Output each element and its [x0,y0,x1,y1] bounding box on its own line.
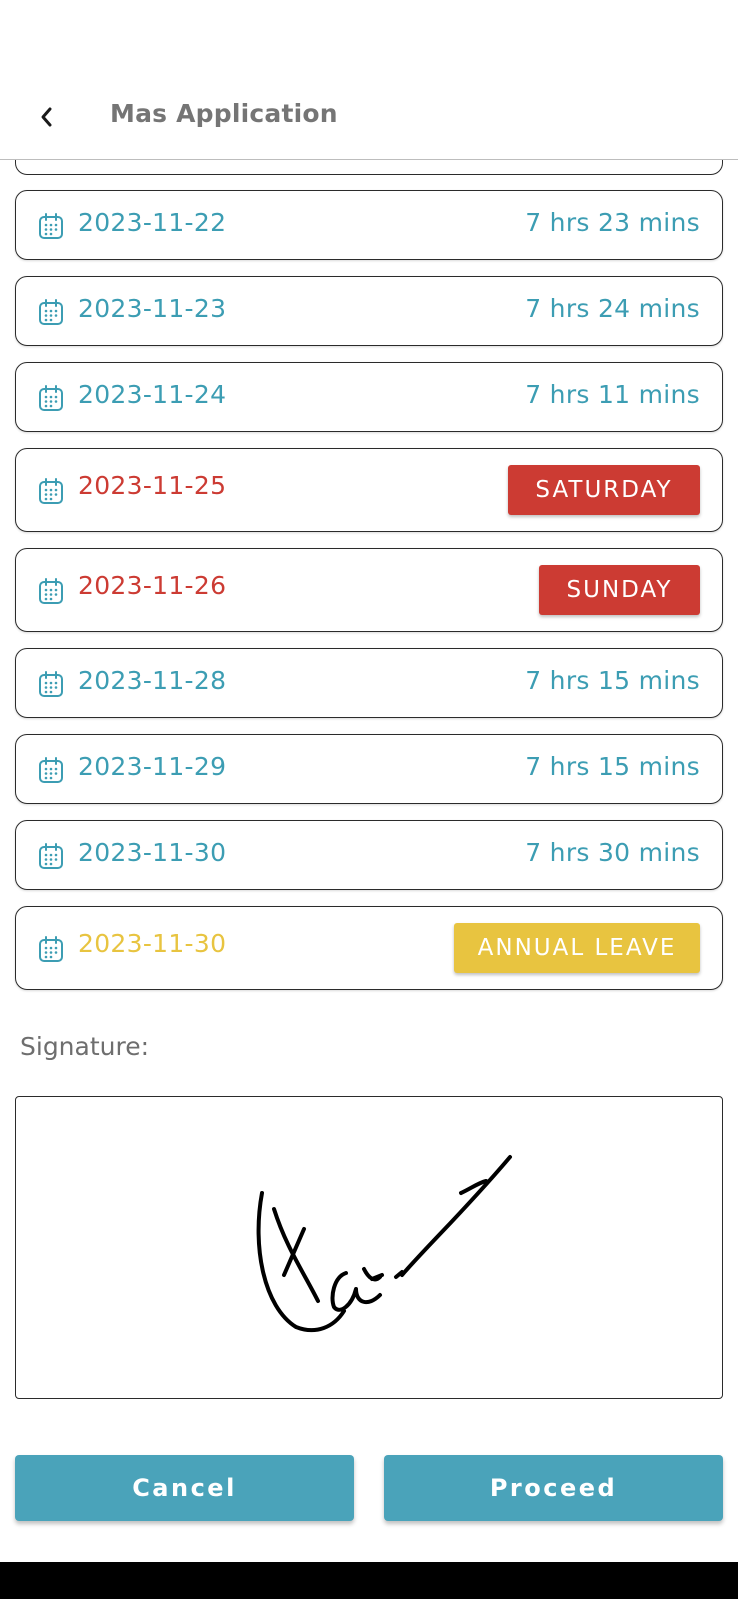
weekend-badge: SUNDAY [539,565,700,615]
chevron-left-icon [41,107,52,127]
calendar-icon [39,578,63,604]
system-navigation-bar [0,1562,738,1599]
row-date: 2023-11-24 [78,380,227,409]
attendance-row[interactable]: 2023-11-29 7 hrs 15 mins [15,734,723,804]
row-duration: 7 hrs 11 mins [525,380,700,409]
attendance-row[interactable]: 2023-11-22 7 hrs 23 mins [15,190,723,260]
leave-badge: ANNUAL LEAVE [454,923,700,973]
row-duration: 7 hrs 23 mins [525,208,700,237]
row-duration: 7 hrs 15 mins [525,752,700,781]
attendance-row[interactable]: 2023-11-23 7 hrs 24 mins [15,276,723,346]
row-date: 2023-11-30 [78,929,227,958]
signature-drawing [256,1155,512,1333]
attendance-row[interactable]: 2023-11-25 SATURDAY [15,448,723,532]
attendance-row[interactable]: 2023-11-28 7 hrs 15 mins [15,648,723,718]
calendar-icon [39,936,63,962]
calendar-icon [39,299,63,325]
cancel-button[interactable]: Cancel [15,1455,354,1521]
row-duration: 7 hrs 24 mins [525,294,700,323]
row-duration: 7 hrs 15 mins [525,666,700,695]
calendar-icon [39,478,63,504]
back-button[interactable] [28,96,64,138]
row-date: 2023-11-30 [78,838,227,867]
calendar-icon [39,757,63,783]
signature-label: Signature: [20,1032,150,1061]
row-date: 2023-11-26 [78,571,227,600]
row-date: 2023-11-29 [78,752,227,781]
attendance-row[interactable]: 2023-11-26 SUNDAY [15,548,723,632]
app-bar: Mas Application [0,0,738,160]
attendance-row[interactable]: 2023-11-24 7 hrs 11 mins [15,362,723,432]
row-duration: 7 hrs 30 mins [525,838,700,867]
row-date: 2023-11-28 [78,666,227,695]
weekend-badge: SATURDAY [508,465,700,515]
signature-pad[interactable] [15,1096,723,1399]
proceed-button[interactable]: Proceed [384,1455,723,1521]
row-date: 2023-11-25 [78,471,227,500]
attendance-row[interactable]: 2023-11-30 ANNUAL LEAVE [15,906,723,990]
attendance-row[interactable]: 2023-11-30 7 hrs 30 mins [15,820,723,890]
calendar-icon [39,671,63,697]
calendar-icon [39,385,63,411]
calendar-icon [39,843,63,869]
page-title: Mas Application [110,99,338,128]
row-date: 2023-11-22 [78,208,227,237]
calendar-icon [39,213,63,239]
row-date: 2023-11-23 [78,294,227,323]
